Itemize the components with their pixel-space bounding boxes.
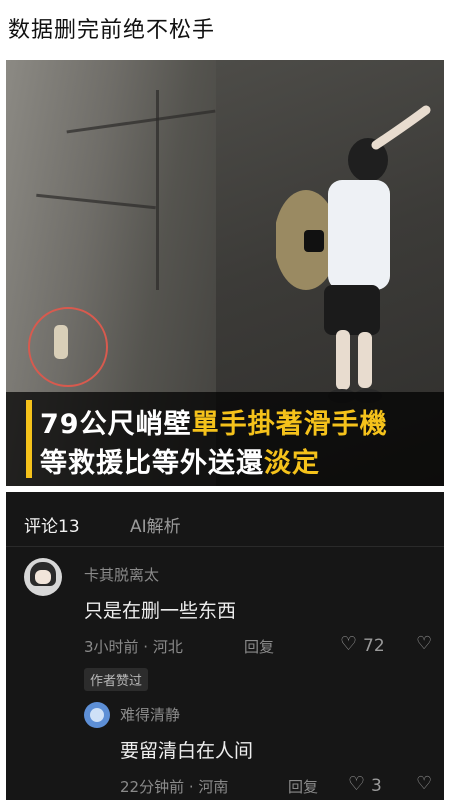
comment-meta: 3小时前 · 河北	[84, 638, 183, 656]
reply-meta: 22分钟前 · 河南	[120, 778, 229, 796]
reply-text: 要留清白在人间	[120, 740, 254, 762]
like-count: 72	[363, 636, 385, 656]
stranded-person	[54, 325, 68, 359]
broken-heart-icon[interactable]: ♡	[416, 633, 432, 654]
hiker-figure	[276, 105, 431, 403]
tab-comments[interactable]: 评论13	[24, 512, 80, 537]
caption-line-2-white: 等救援比等外送還	[40, 448, 264, 479]
caption-accent	[26, 400, 32, 478]
tab-divider	[6, 546, 444, 547]
tab-ai-analysis[interactable]: AI解析	[130, 512, 181, 537]
avatar[interactable]	[24, 558, 62, 596]
heart-outline-icon[interactable]: ♡	[348, 773, 365, 795]
broken-heart-icon[interactable]: ♡	[416, 773, 432, 794]
comments-panel: 评论13 AI解析 卡其脱离太 只是在删一些东西 3小时前 · 河北 回复 ♡ …	[6, 492, 444, 800]
reply-button[interactable]: 回复	[288, 776, 318, 797]
comment-text: 只是在删一些东西	[84, 600, 237, 622]
reply-button[interactable]: 回复	[244, 636, 274, 657]
like-count: 3	[371, 776, 382, 796]
reply-username[interactable]: 难得清静	[120, 704, 180, 725]
rock-crack	[156, 90, 159, 290]
caption-line-1-white: 79公尺峭壁	[40, 409, 192, 440]
avatar[interactable]	[84, 702, 110, 728]
video-caption-line-1: 79公尺峭壁單手掛著滑手機	[40, 402, 388, 441]
heart-outline-icon[interactable]: ♡	[340, 633, 357, 655]
caption-line-1-yellow: 單手掛著滑手機	[191, 409, 388, 440]
comment-username[interactable]: 卡其脱离太	[84, 564, 159, 585]
video-caption-line-2: 等救援比等外送還淡定	[40, 441, 320, 480]
author-liked-badge: 作者赞过	[84, 668, 149, 691]
highlight-circle	[28, 307, 108, 387]
caption-line-2-yellow: 淡定	[264, 448, 320, 479]
post-title: 数据删完前绝不松手	[8, 18, 216, 43]
